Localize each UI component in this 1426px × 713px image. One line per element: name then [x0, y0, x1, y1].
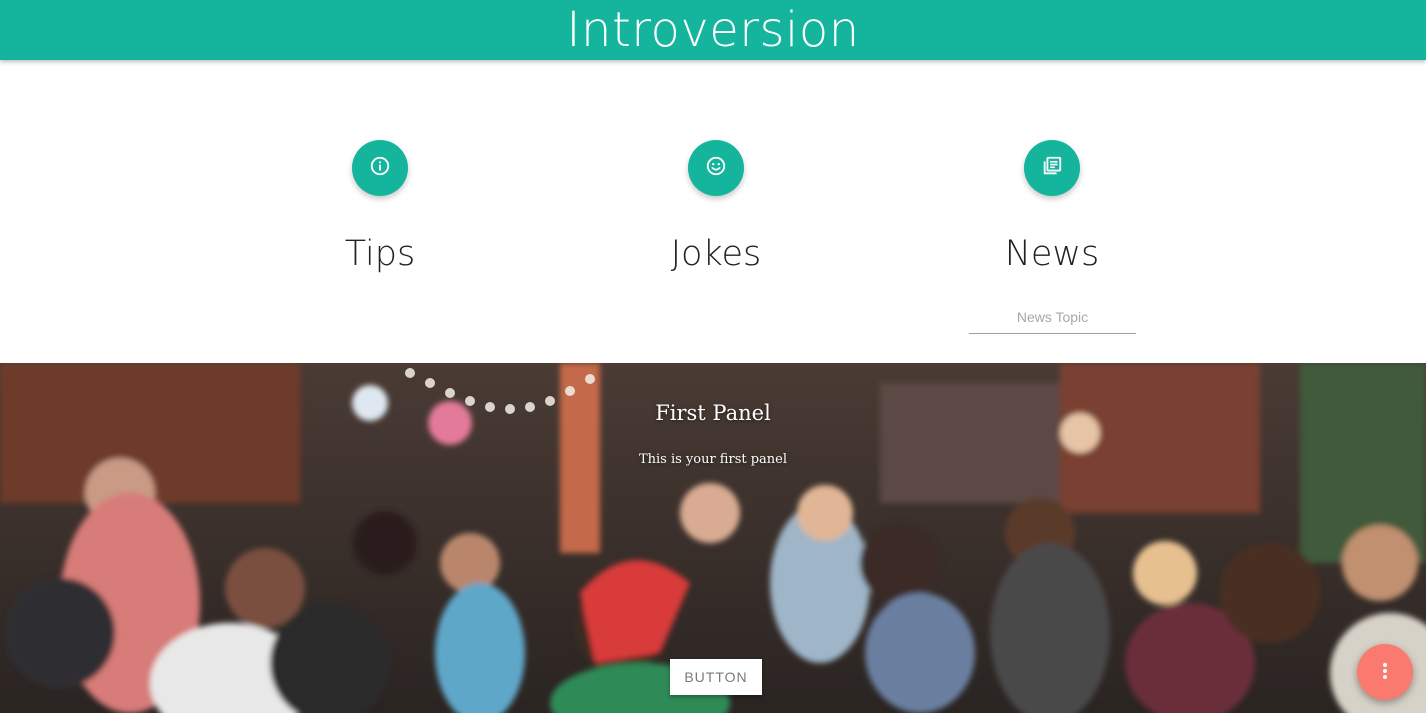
panel-subtitle: This is your first panel	[638, 452, 788, 467]
feature-section: Tips Jokes News News Topic	[0, 60, 1426, 363]
app-title: Introversion	[566, 2, 860, 58]
jokes-button[interactable]	[688, 140, 744, 196]
news-button[interactable]	[1024, 140, 1080, 196]
smiley-icon	[705, 155, 727, 181]
panel-button[interactable]: BUTTON	[670, 659, 762, 695]
panel-title: First Panel	[655, 401, 771, 425]
news-topic-input[interactable]	[969, 300, 1136, 334]
info-icon	[369, 155, 391, 181]
first-panel: First Panel This is your first panel BUT…	[0, 363, 1426, 713]
app-header: Introversion	[0, 0, 1426, 60]
feature-title-news: News	[1004, 234, 1100, 274]
more-vert-icon	[1382, 662, 1388, 683]
tips-button[interactable]	[352, 140, 408, 196]
feature-title-jokes: Jokes	[670, 234, 762, 274]
newspaper-icon	[1041, 155, 1063, 181]
feature-title-tips: Tips	[344, 234, 416, 274]
fab-menu-button[interactable]	[1357, 644, 1413, 700]
